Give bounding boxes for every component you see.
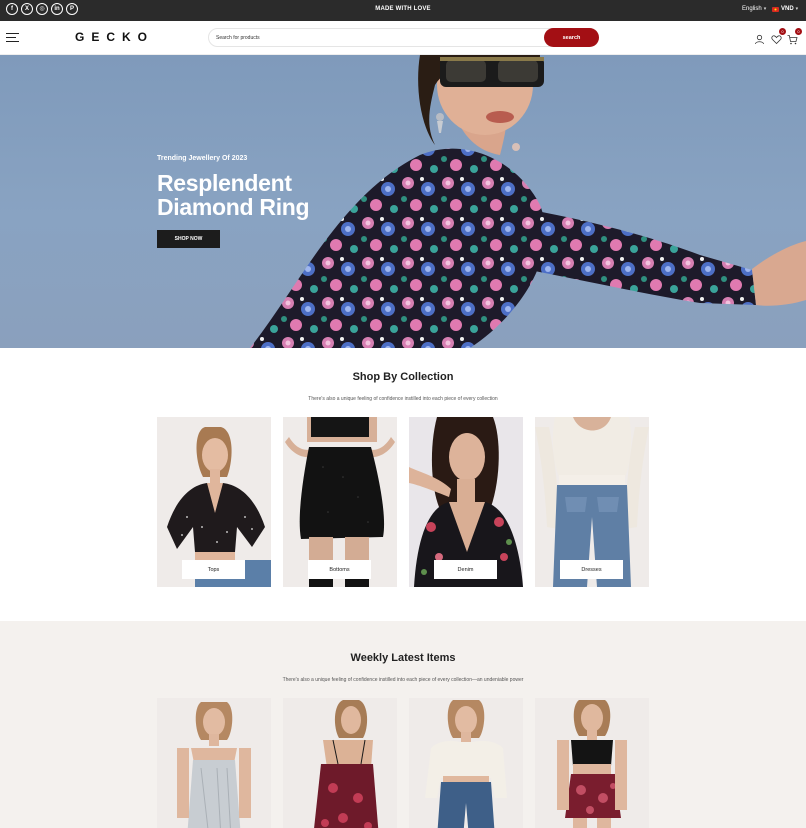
cart-icon[interactable]: 0 — [787, 28, 802, 45]
product-card-1[interactable] — [157, 698, 271, 828]
hero-banner: Trending Jewellery Of 2023 Resplendent D… — [0, 55, 806, 348]
vietnam-flag-icon — [772, 6, 779, 12]
collection-card-bottoms[interactable]: Bottoms — [283, 417, 397, 587]
collection-label-bottoms[interactable]: Bottoms — [308, 560, 371, 579]
hero-title: Resplendent Diamond Ring — [157, 170, 310, 220]
currency-label: VND — [781, 6, 794, 12]
collection-card-dresses[interactable]: Dresses — [535, 417, 649, 587]
product-card-3[interactable] — [409, 698, 523, 828]
collection-label-tops[interactable]: Tops — [182, 560, 245, 579]
collections-subtitle: There's also a unique feeling of confide… — [308, 396, 498, 402]
hero-title-line-2: Diamond Ring — [157, 194, 310, 220]
site-header: GECKO search 0 0 — [0, 21, 806, 55]
search-bar: search — [208, 28, 599, 47]
language-selector[interactable]: English ▾ — [742, 6, 766, 12]
product-image-1 — [157, 698, 271, 828]
site-logo[interactable]: GECKO — [75, 30, 154, 44]
shop-now-button[interactable]: SHOP NOW — [157, 230, 220, 248]
collection-card-tops[interactable]: Tops — [157, 417, 271, 587]
collection-label-dresses[interactable]: Dresses — [560, 560, 623, 579]
collection-label-denim[interactable]: Denim — [434, 560, 497, 579]
wishlist-icon[interactable]: 0 — [771, 28, 786, 45]
wishlist-count-badge: 0 — [779, 28, 786, 35]
currency-selector[interactable]: VND ▾ — [772, 6, 798, 12]
cart-count-badge: 0 — [795, 28, 802, 35]
account-icon[interactable] — [754, 32, 765, 45]
hero-title-line-1: Resplendent — [157, 170, 292, 196]
weekly-title: Weekly Latest Items — [350, 652, 456, 664]
product-image-3 — [409, 698, 523, 828]
chevron-down-icon: ▾ — [795, 6, 799, 12]
hamburger-menu-icon[interactable] — [6, 33, 19, 42]
announcement-text: MADE WITH LOVE — [375, 6, 431, 12]
search-button[interactable]: search — [544, 28, 599, 47]
product-card-2[interactable] — [283, 698, 397, 828]
product-image-4 — [535, 698, 649, 828]
hero-image — [250, 55, 806, 348]
product-image-2 — [283, 698, 397, 828]
weekly-subtitle: There's also a unique feeling of confide… — [282, 677, 524, 683]
chevron-down-icon: ▾ — [763, 6, 767, 12]
collections-title: Shop By Collection — [352, 371, 454, 383]
product-card-4[interactable] — [535, 698, 649, 828]
language-label: English — [742, 6, 762, 12]
collection-card-denim[interactable]: Denim — [409, 417, 523, 587]
search-input[interactable] — [216, 32, 536, 44]
announcement-bar: f X ◎ in P MADE WITH LOVE English ▾ VND … — [0, 0, 806, 21]
hero-subtitle: Trending Jewellery Of 2023 — [157, 155, 248, 162]
